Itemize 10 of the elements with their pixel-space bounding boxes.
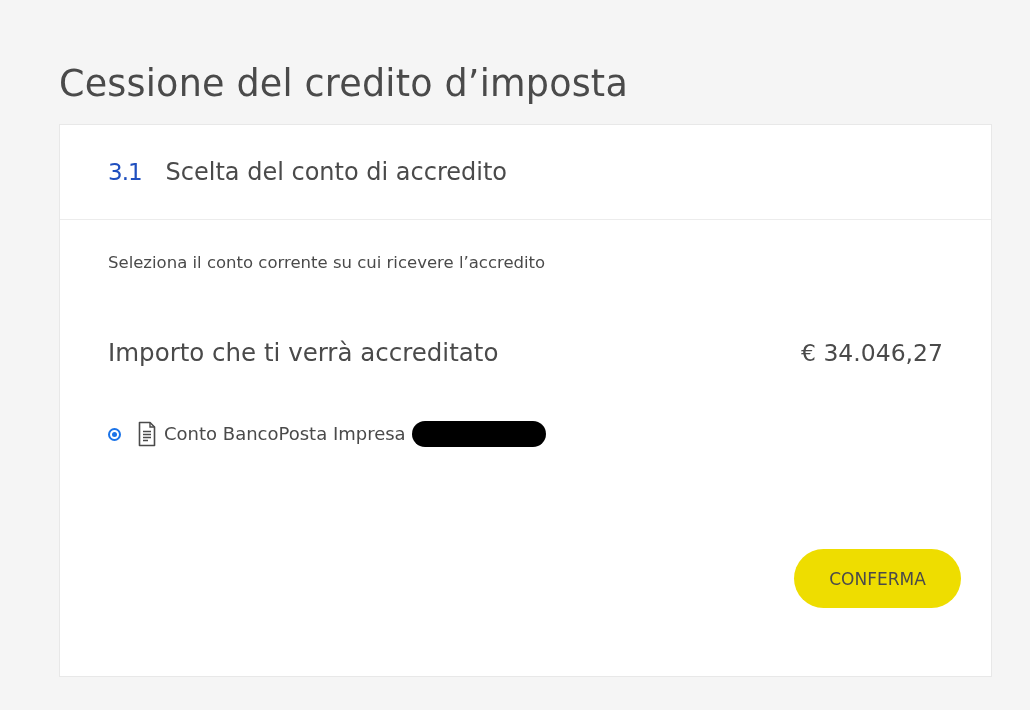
radio-button[interactable] (108, 427, 121, 441)
confirm-button[interactable]: CONFERMA (794, 549, 961, 608)
page-title: Cessione del credito d’imposta (59, 61, 628, 107)
document-icon (138, 421, 156, 447)
step-number: 3.1 (108, 159, 142, 185)
account-name[interactable]: Conto BancoPosta Impresa (164, 421, 406, 447)
amount-value: € 34.046,27 (800, 338, 943, 369)
amount-label: Importo che ti verrà accreditato (108, 337, 499, 369)
instruction-text: Seleziona il conto corrente su cui ricevere l’accredito (108, 252, 546, 274)
section-title: Scelta del conto di accredito (165, 158, 508, 186)
